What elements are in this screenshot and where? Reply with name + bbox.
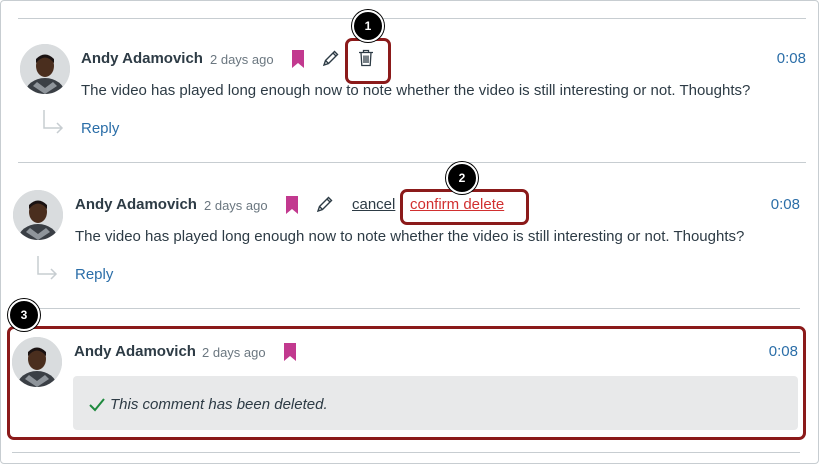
comment-timestamp: 2 days ago bbox=[204, 198, 268, 213]
comment-timestamp: 2 days ago bbox=[210, 52, 274, 67]
top-divider bbox=[18, 18, 806, 19]
callout-badge-1: 1 bbox=[352, 10, 384, 42]
comment-text: The video has played long enough now to … bbox=[81, 82, 751, 99]
reply-link[interactable]: Reply bbox=[75, 266, 113, 283]
callout-badge-3: 3 bbox=[8, 299, 40, 331]
comment-time-link[interactable]: 0:08 bbox=[752, 343, 798, 360]
comment-time-link[interactable]: 0:08 bbox=[754, 196, 800, 213]
avatar bbox=[12, 337, 62, 387]
reply-arrow-icon bbox=[37, 256, 58, 280]
deleted-comment-message: This comment has been deleted. bbox=[110, 396, 328, 413]
comment-time-link[interactable]: 0:08 bbox=[760, 50, 806, 67]
pencil-icon[interactable] bbox=[316, 195, 334, 213]
bookmark-icon[interactable] bbox=[291, 50, 305, 68]
avatar bbox=[13, 190, 63, 240]
bottom-divider bbox=[12, 452, 800, 453]
confirm-delete-highlight bbox=[400, 189, 529, 225]
delete-icon-highlight bbox=[345, 38, 391, 84]
comment-author: Andy Adamovich bbox=[74, 343, 196, 360]
cancel-delete-link[interactable]: cancel bbox=[352, 196, 395, 213]
comment-text: The video has played long enough now to … bbox=[75, 228, 745, 245]
bookmark-icon[interactable] bbox=[283, 343, 297, 361]
callout-badge-2: 2 bbox=[446, 162, 478, 194]
avatar bbox=[20, 44, 70, 94]
reply-link[interactable]: Reply bbox=[81, 120, 119, 137]
comment-author: Andy Adamovich bbox=[75, 196, 197, 213]
comment-divider bbox=[12, 308, 800, 309]
comment-timestamp: 2 days ago bbox=[202, 345, 266, 360]
bookmark-icon[interactable] bbox=[285, 196, 299, 214]
pencil-icon[interactable] bbox=[322, 49, 340, 67]
reply-arrow-icon bbox=[43, 110, 64, 134]
comment-author: Andy Adamovich bbox=[81, 50, 203, 67]
comment-divider bbox=[18, 162, 806, 163]
check-icon bbox=[89, 398, 105, 412]
